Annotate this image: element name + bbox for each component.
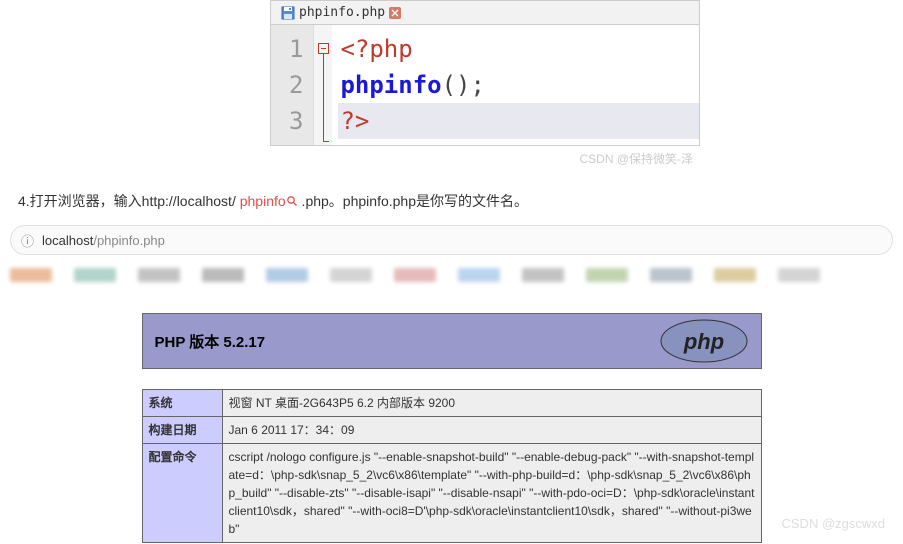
bookmark-item[interactable] <box>10 268 52 282</box>
phpinfo-table: 系统 视窗 NT 桌面-2G643P5 6.2 内部版本 9200 构建日期 J… <box>142 389 762 543</box>
php-logo: php <box>659 318 749 364</box>
php-version-title: PHP 版本 5.2.17 <box>155 331 266 352</box>
instruction-highlight: phpinfo <box>240 193 286 209</box>
watermark: CSDN @保持微笑-泽 <box>0 150 693 167</box>
close-icon[interactable] <box>389 7 401 19</box>
bookmark-item[interactable] <box>138 268 180 282</box>
table-row: 系统 视窗 NT 桌面-2G643P5 6.2 内部版本 9200 <box>142 390 761 417</box>
row-value: Jan 6 2011 17：34：09 <box>222 417 761 444</box>
bookmark-item[interactable] <box>522 268 564 282</box>
row-value: 视窗 NT 桌面-2G643P5 6.2 内部版本 9200 <box>222 390 761 417</box>
code-content[interactable]: <?php phpinfo(); ?> <box>332 25 699 145</box>
bookmark-item[interactable] <box>202 268 244 282</box>
bookmark-item[interactable] <box>586 268 628 282</box>
bookmark-item[interactable] <box>266 268 308 282</box>
save-icon <box>281 6 295 20</box>
fold-column <box>314 25 332 145</box>
code-editor: phpinfo.php 1 2 3 <?php phpinfo(); ?> <box>270 0 700 146</box>
tab-filename: phpinfo.php <box>299 5 385 20</box>
bookmark-bar <box>10 263 893 287</box>
line-number: 3 <box>289 103 303 139</box>
code-area: 1 2 3 <?php phpinfo(); ?> <box>270 24 700 146</box>
bookmark-item[interactable] <box>650 268 692 282</box>
address-bar[interactable]: ⓘ localhost/phpinfo.php <box>10 225 893 255</box>
bookmark-item[interactable] <box>458 268 500 282</box>
line-number: 2 <box>289 67 303 103</box>
instruction-suffix: .php。phpinfo.php是你写的文件名。 <box>298 193 528 209</box>
line-gutter: 1 2 3 <box>271 25 314 145</box>
phpinfo-output: PHP 版本 5.2.17 php 系统 视窗 NT 桌面-2G643P5 6.… <box>142 313 762 543</box>
search-icon <box>286 194 298 210</box>
instruction-text: 4.打开浏览器，输入http://localhost/ phpinfo .php… <box>18 191 903 211</box>
bookmark-item[interactable] <box>74 268 116 282</box>
svg-text:php: php <box>682 329 723 354</box>
bookmark-item[interactable] <box>714 268 756 282</box>
row-label: 构建日期 <box>142 417 222 444</box>
php-open-tag: <?php <box>340 35 412 63</box>
bookmark-item[interactable] <box>330 268 372 282</box>
row-value: cscript /nologo configure.js "--enable-s… <box>222 444 761 543</box>
row-label: 配置命令 <box>142 444 222 543</box>
bookmark-item[interactable] <box>394 268 436 282</box>
code-punct: (); <box>442 71 485 99</box>
table-row: 配置命令 cscript /nologo configure.js "--ena… <box>142 444 761 543</box>
phpinfo-header: PHP 版本 5.2.17 php <box>142 313 762 369</box>
table-row: 构建日期 Jan 6 2011 17：34：09 <box>142 417 761 444</box>
watermark: CSDN @zgscwxd <box>782 516 886 531</box>
editor-tab[interactable]: phpinfo.php <box>275 3 407 22</box>
line-number: 1 <box>289 31 303 67</box>
info-icon[interactable]: ⓘ <box>21 231 34 250</box>
url-path: /phpinfo.php <box>93 233 165 248</box>
php-close-tag: ?> <box>340 107 369 135</box>
code-func: phpinfo <box>340 71 441 99</box>
bookmark-item[interactable] <box>778 268 820 282</box>
editor-tab-bar: phpinfo.php <box>270 0 700 24</box>
row-label: 系统 <box>142 390 222 417</box>
url-host: localhost <box>42 233 93 248</box>
instruction-prefix: 4.打开浏览器，输入http://localhost/ <box>18 193 240 209</box>
